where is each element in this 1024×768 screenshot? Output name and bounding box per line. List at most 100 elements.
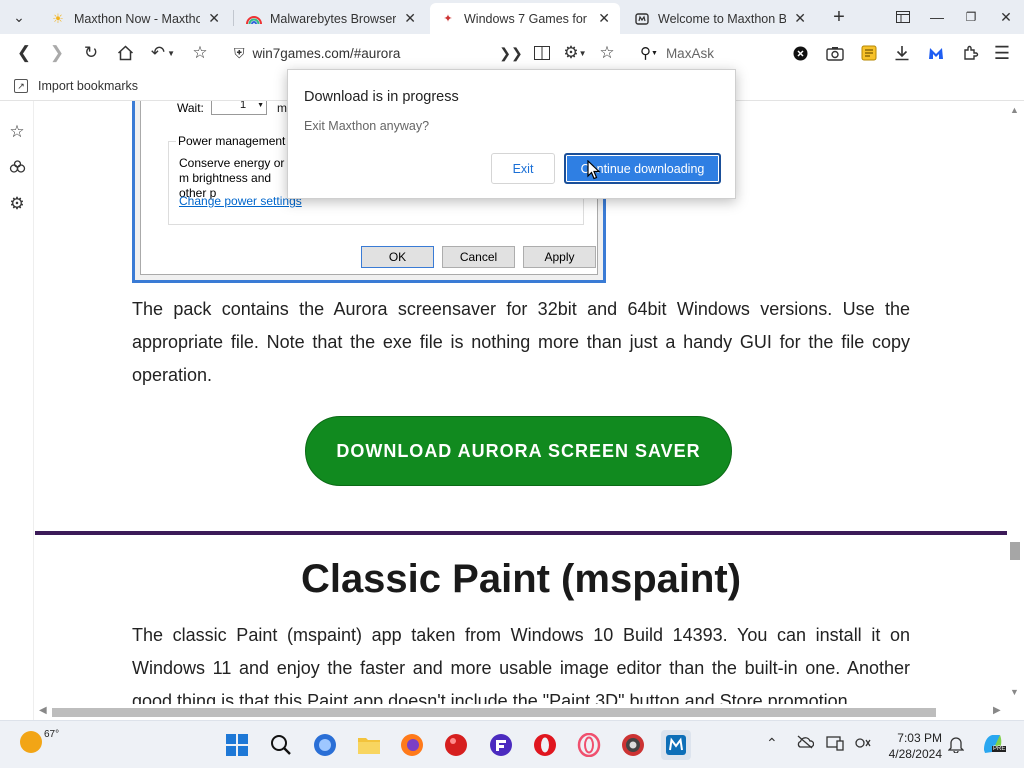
restore-icon[interactable]: ❐ [960,0,982,34]
dialog-title: Download is in progress [304,89,459,105]
extension-puzzle-icon[interactable]: ⚙ ▼ [560,41,590,65]
screenshot-camera-icon[interactable] [823,41,847,65]
malwarebytes-icon[interactable] [924,41,948,65]
taskbar: 67° ⌃ 7:03 PM 4/28/2024 PRE [0,720,1024,768]
taskbar-clock[interactable]: 7:03 PM 4/28/2024 [882,730,942,762]
undo-close-icon[interactable]: ↶ ▼ [147,41,179,65]
clock-time: 7:03 PM [897,731,942,745]
maxthon-taskbar-icon[interactable] [661,730,691,760]
tab-title: Maxthon Now - Maxtho [74,11,201,26]
horizontal-scrollbar[interactable]: ◀ ▶ [35,704,1007,720]
tab-title: Malwarebytes Browser G [270,11,397,26]
scroll-left-arrow-icon[interactable]: ◀ [39,705,47,716]
vertical-scroll-thumb[interactable] [1010,542,1020,560]
wait-value: 1 [240,101,247,111]
close-tab-icon[interactable]: ✕ [794,10,806,27]
close-tab-icon[interactable]: ✕ [598,10,610,27]
tab-malwarebytes[interactable]: Malwarebytes Browser G ✕ [236,3,426,34]
tab-list-dropdown-icon[interactable]: ⌄ [8,0,30,34]
search-placeholder: MaxAsk [665,45,714,61]
rainbow-icon [246,11,262,27]
download-icon[interactable] [890,41,914,65]
sun-icon: ☀ [52,10,64,26]
close-window-icon[interactable]: ✕ [995,0,1017,34]
import-bookmarks-label: Import bookmarks [38,79,139,93]
red-orb-browser-icon[interactable] [441,730,471,760]
extensions-icon[interactable] [958,41,982,65]
vertical-scrollbar[interactable]: ▲ ▼ [1007,101,1024,704]
mouse-cursor-icon [587,160,601,180]
add-favorite-icon[interactable]: ☆ [595,41,619,65]
new-tab-icon[interactable]: + [828,0,850,34]
pack-description: The pack contains the Aurora screensaver… [132,299,910,385]
file-explorer-icon[interactable] [354,730,384,760]
temperature: 67° [44,729,60,740]
copilot-icon[interactable]: PRE [980,732,1007,759]
chromium-variant-icon[interactable] [618,730,648,760]
import-bookmarks-link[interactable]: ↗ Import bookmarks [14,79,138,93]
download-aurora-button[interactable]: DOWNLOAD AURORA SCREEN SAVER [305,416,732,486]
import-icon: ↗ [14,79,28,93]
notification-bell-icon[interactable] [947,735,965,756]
close-tab-icon[interactable]: ✕ [208,10,220,27]
menu-icon[interactable]: ☰ [990,41,1014,65]
toolbar: ❮ ❯ ↻ ↶ ▼ ☆ ⛨ win7games.com/#aurora ❯❯ ⚙ ▼… [0,34,1024,72]
browser-ring-icon[interactable] [310,730,340,760]
show-hidden-icons-chevron-icon[interactable]: ⌃ [766,735,778,752]
scroll-down-arrow-icon[interactable]: ▼ [1010,687,1019,697]
reload-icon[interactable]: ↻ [79,41,103,65]
screenshot-cancel-button: Cancel [442,246,515,268]
notes-icon[interactable] [857,41,881,65]
settings-gear-icon[interactable]: ⚙ [6,193,28,215]
paint-description: The classic Paint (mspaint) app taken fr… [132,625,910,704]
wait-spinner: 1 ▼ [211,101,267,115]
firefox-icon[interactable] [397,730,427,760]
layout-icon[interactable] [892,0,914,34]
tab-win7games[interactable]: ✦ Windows 7 Games for W ✕ [430,3,620,34]
favorites-star-icon[interactable]: ☆ [6,121,28,143]
wait-label: Wait: [177,101,204,115]
tab-welcome-maxthon[interactable]: Welcome to Maxthon Br ✕ [624,3,816,34]
scroll-up-arrow-icon[interactable]: ▲ [1010,105,1019,115]
reader-mode-icon[interactable] [530,41,554,65]
exit-button[interactable]: Exit [491,153,555,184]
network-sound-icon[interactable] [854,735,872,754]
search-icon: ⚲ [640,45,651,62]
read-aloud-icon[interactable]: ❯❯ [499,41,523,65]
forward-icon[interactable]: ❯ [45,41,69,65]
onedrive-offline-icon[interactable] [796,735,815,752]
scroll-right-arrow-icon[interactable]: ▶ [993,705,1001,716]
screenshot-apply-button: Apply [523,246,596,268]
clock-date: 4/28/2024 [888,747,942,761]
tab-maxthon-now[interactable]: ☀ Maxthon Now - Maxtho ✕ [40,3,230,34]
section-heading: Classic Paint (mspaint) [300,557,742,601]
maxthon-icon [634,11,650,27]
weather-widget[interactable]: 67° [20,729,60,753]
favorite-star-icon[interactable]: ☆ [188,41,212,65]
screenshot-ok-button: OK [361,246,434,268]
floorp-browser-icon[interactable] [486,730,516,760]
tab-title: Windows 7 Games for W [464,11,591,26]
sidebar: ☆ ⚙ [0,101,34,720]
change-power-settings-link: Change power settings [179,194,302,208]
tab-strip: ⌄ ☀ Maxthon Now - Maxtho ✕ Malwarebytes … [0,0,1024,34]
opera-gx-icon[interactable] [574,730,604,760]
back-icon[interactable]: ❮ [12,41,36,65]
minimize-icon[interactable]: — [926,0,948,34]
home-icon[interactable] [113,41,137,65]
close-tab-icon[interactable]: ✕ [404,10,416,27]
search-icon[interactable] [266,730,296,760]
url-text: win7games.com/#aurora [252,45,401,61]
crypto-wallet-icon[interactable] [6,157,28,179]
horizontal-scroll-thumb[interactable] [52,708,936,717]
opera-icon[interactable] [530,730,560,760]
tab-title: Welcome to Maxthon Br [658,11,787,26]
tab-separator [233,10,234,26]
clear-search-icon[interactable] [788,41,812,65]
display-monitor-icon[interactable] [826,735,844,754]
download-in-progress-dialog: Download is in progress Exit Maxthon any… [287,69,736,199]
pin-icon: ✦ [443,13,453,25]
search-dropdown-icon[interactable]: ▼ [651,50,658,57]
search-box[interactable]: ⚲ ▼ MaxAsk [634,38,814,68]
windows-start-icon[interactable] [222,730,252,760]
